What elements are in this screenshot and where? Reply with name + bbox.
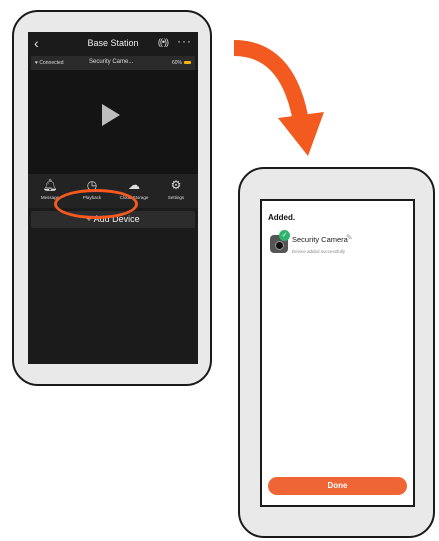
connection-status: ♥ Connected [35,60,64,66]
more-icon[interactable]: ··· [177,34,192,48]
device-status-bar: ♥ Connected Security Came... 60% [31,56,195,70]
battery-icon [184,61,191,65]
play-icon[interactable] [102,104,120,126]
transition-arrow-icon [233,40,324,156]
nav-bar: ‹ Base Station ((•)) ··· [28,32,198,56]
device-added-screen: Added. ✓ Security Camera ✎ Device added … [260,199,415,507]
device-name: Security Camera [292,235,348,244]
check-icon: ✓ [279,230,290,241]
phone-frame-right: Added. ✓ Security Camera ✎ Device added … [238,167,435,538]
toolbar-label: Settings [167,195,185,200]
edit-icon[interactable]: ✎ [346,233,353,242]
highlight-ring [54,189,138,219]
wifi-icon: ((•)) [157,37,169,47]
camera-lens [275,241,284,250]
bell-icon: 🔔︎ [42,178,58,192]
connection-label: Connected [39,60,64,66]
settings-icon: ⚙ [170,178,182,192]
page-title: Added. [268,213,296,222]
video-preview[interactable] [28,70,198,174]
device-status-text: Device added successfully [292,249,346,254]
battery-indicator: 60% [172,60,191,66]
device-name-label: Security Came... [89,59,134,65]
battery-label: 60% [171,60,182,66]
toolbar-settings[interactable]: ⚙ Settings [156,178,196,200]
done-button[interactable]: Done [268,477,407,495]
page-title: Base Station [87,38,139,48]
